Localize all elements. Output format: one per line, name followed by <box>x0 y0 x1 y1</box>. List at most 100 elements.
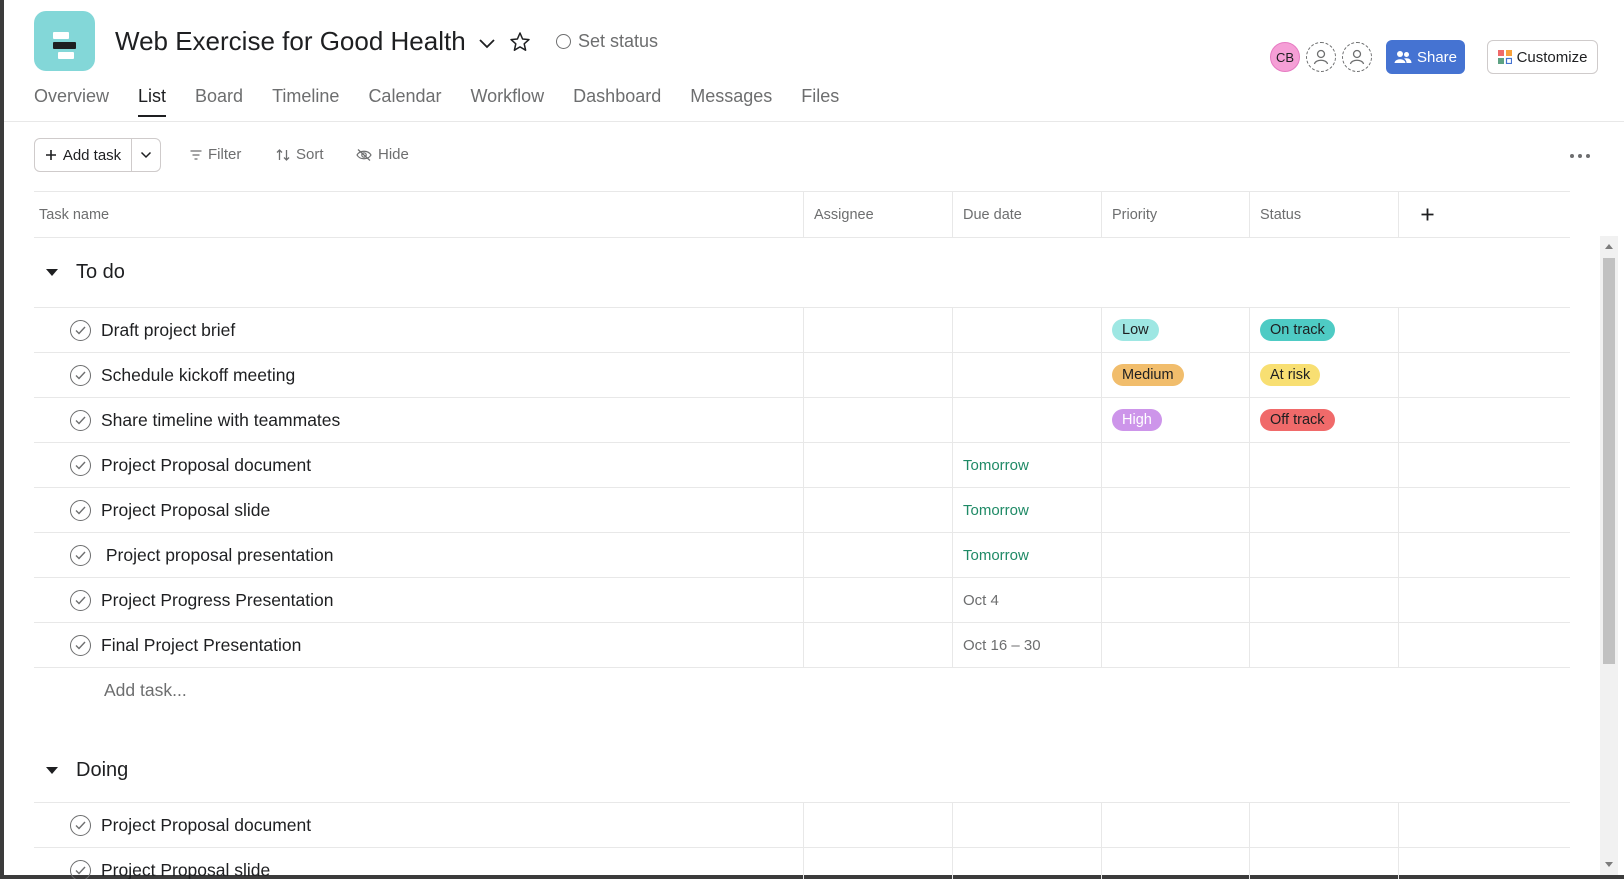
due-date-cell[interactable] <box>953 398 1102 442</box>
due-date-cell[interactable]: Oct 16 – 30 <box>953 623 1102 667</box>
column-header-status[interactable]: Status <box>1250 192 1399 237</box>
checkmark-circle-icon[interactable] <box>70 544 91 566</box>
column-header-task-name[interactable]: Task name <box>34 192 804 237</box>
add-task-button[interactable]: Add task <box>35 139 132 171</box>
collapse-triangle-icon[interactable] <box>46 767 58 774</box>
status-cell[interactable] <box>1250 533 1399 577</box>
column-header-priority[interactable]: Priority <box>1102 192 1250 237</box>
priority-cell[interactable]: Medium <box>1102 353 1250 397</box>
tab-board[interactable]: Board <box>195 86 243 115</box>
assignee-cell[interactable] <box>804 398 953 442</box>
checkmark-circle-icon[interactable] <box>70 499 91 521</box>
assignee-cell[interactable] <box>804 488 953 532</box>
status-cell[interactable]: On track <box>1250 308 1399 352</box>
table-row[interactable]: Project Proposal document <box>34 803 1570 848</box>
project-title[interactable]: Web Exercise for Good Health <box>115 26 466 57</box>
checkmark-circle-icon[interactable] <box>70 634 91 656</box>
hide-button[interactable]: Hide <box>356 146 409 163</box>
tab-messages[interactable]: Messages <box>690 86 772 115</box>
scrollbar-thumb[interactable] <box>1603 258 1615 664</box>
empty-avatar-icon[interactable] <box>1342 42 1372 72</box>
assignee-cell[interactable] <box>804 308 953 352</box>
priority-cell[interactable] <box>1102 533 1250 577</box>
avatar[interactable]: CB <box>1270 42 1300 72</box>
task-name[interactable]: Project Proposal slide <box>101 860 270 879</box>
checkmark-circle-icon[interactable] <box>70 364 91 386</box>
status-cell[interactable]: Off track <box>1250 398 1399 442</box>
due-date-cell[interactable]: Oct 4 <box>953 578 1102 622</box>
status-cell[interactable] <box>1250 578 1399 622</box>
table-row[interactable]: Project Proposal slide <box>34 848 1570 879</box>
status-cell[interactable] <box>1250 623 1399 667</box>
tab-files[interactable]: Files <box>801 86 839 115</box>
task-name[interactable]: Project Proposal document <box>101 455 311 476</box>
assignee-cell[interactable] <box>804 443 953 487</box>
project-icon[interactable] <box>34 11 95 71</box>
assignee-cell[interactable] <box>804 848 953 879</box>
checkmark-circle-icon[interactable] <box>70 859 91 879</box>
task-name[interactable]: Project Proposal document <box>101 815 311 836</box>
table-row[interactable]: Draft project brief Low On track <box>34 308 1570 353</box>
tab-calendar[interactable]: Calendar <box>368 86 441 115</box>
priority-cell[interactable]: High <box>1102 398 1250 442</box>
priority-cell[interactable] <box>1102 443 1250 487</box>
tab-timeline[interactable]: Timeline <box>272 86 339 115</box>
checkmark-circle-icon[interactable] <box>70 319 91 341</box>
tab-dashboard[interactable]: Dashboard <box>573 86 661 115</box>
section-header-to-do[interactable]: To do <box>34 238 1570 308</box>
share-button[interactable]: Share <box>1386 40 1465 74</box>
add-column-button[interactable] <box>1399 192 1570 237</box>
status-cell[interactable]: At risk <box>1250 353 1399 397</box>
column-header-due-date[interactable]: Due date <box>953 192 1102 237</box>
due-date-cell[interactable] <box>953 353 1102 397</box>
priority-cell[interactable] <box>1102 488 1250 532</box>
scroll-up-arrow-icon[interactable] <box>1605 244 1613 249</box>
tab-overview[interactable]: Overview <box>34 86 109 115</box>
sort-button[interactable]: Sort <box>276 146 324 163</box>
task-name[interactable]: Schedule kickoff meeting <box>101 365 295 386</box>
star-icon[interactable] <box>508 30 532 54</box>
status-cell[interactable] <box>1250 803 1399 847</box>
task-name[interactable]: Share timeline with teammates <box>101 410 340 431</box>
table-row[interactable]: Share timeline with teammates High Off t… <box>34 398 1570 443</box>
assignee-cell[interactable] <box>804 353 953 397</box>
assignee-cell[interactable] <box>804 803 953 847</box>
table-row[interactable]: Schedule kickoff meeting Medium At risk <box>34 353 1570 398</box>
task-name[interactable]: Project proposal presentation <box>101 545 334 566</box>
section-header-doing[interactable]: Doing <box>34 739 1570 803</box>
priority-cell[interactable]: Low <box>1102 308 1250 352</box>
set-status-button[interactable]: Set status <box>556 31 658 52</box>
checkmark-circle-icon[interactable] <box>70 589 91 611</box>
status-cell[interactable] <box>1250 848 1399 879</box>
due-date-cell[interactable]: Tomorrow <box>953 533 1102 577</box>
priority-cell[interactable] <box>1102 578 1250 622</box>
assignee-cell[interactable] <box>804 533 953 577</box>
task-name[interactable]: Draft project brief <box>101 320 235 341</box>
status-cell[interactable] <box>1250 488 1399 532</box>
table-row[interactable]: Project Progress Presentation Oct 4 <box>34 578 1570 623</box>
task-name[interactable]: Final Project Presentation <box>101 635 301 656</box>
filter-button[interactable]: Filter <box>190 146 241 163</box>
due-date-cell[interactable] <box>953 803 1102 847</box>
table-row[interactable]: Project Proposal slide Tomorrow <box>34 488 1570 533</box>
add-task-dropdown[interactable] <box>132 139 160 171</box>
empty-avatar-icon[interactable] <box>1306 42 1336 72</box>
collapse-triangle-icon[interactable] <box>46 269 58 276</box>
checkmark-circle-icon[interactable] <box>70 814 91 836</box>
due-date-cell[interactable] <box>953 308 1102 352</box>
table-row[interactable]: Final Project Presentation Oct 16 – 30 <box>34 623 1570 668</box>
scroll-down-arrow-icon[interactable] <box>1605 862 1613 867</box>
assignee-cell[interactable] <box>804 623 953 667</box>
table-row[interactable]: Project proposal presentation Tomorrow <box>34 533 1570 578</box>
add-task-inline[interactable]: Add task... <box>34 668 1570 713</box>
priority-cell[interactable] <box>1102 623 1250 667</box>
table-row[interactable]: Project Proposal document Tomorrow <box>34 443 1570 488</box>
chevron-down-icon[interactable] <box>476 32 498 54</box>
customize-button[interactable]: Customize <box>1487 40 1598 74</box>
due-date-cell[interactable] <box>953 848 1102 879</box>
checkmark-circle-icon[interactable] <box>70 454 91 476</box>
tab-workflow[interactable]: Workflow <box>470 86 544 115</box>
priority-cell[interactable] <box>1102 803 1250 847</box>
due-date-cell[interactable]: Tomorrow <box>953 443 1102 487</box>
more-options-icon[interactable] <box>1566 142 1594 170</box>
